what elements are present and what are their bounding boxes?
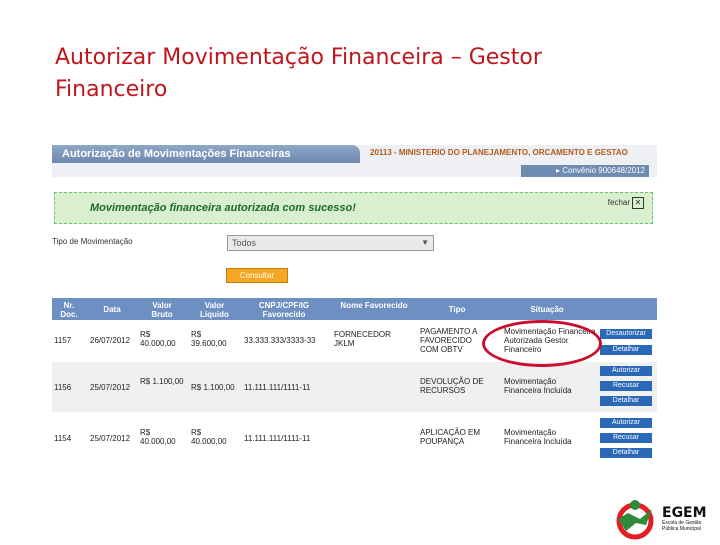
- success-message-text: Movimentação financeira autorizada com s…: [90, 202, 356, 214]
- close-label: fechar: [607, 198, 630, 207]
- egem-logo-icon: [616, 500, 654, 540]
- favorecido-name: FORNECEDOR JKLM: [334, 330, 391, 348]
- column-header: Tipo: [448, 305, 466, 314]
- column-header: Valor Líquido: [200, 301, 229, 319]
- consultar-button[interactable]: Consultar: [226, 268, 288, 283]
- tipo-movimentacao-select[interactable]: Todos ▼: [227, 235, 434, 251]
- table-row: 1156 25/07/2012 R$ 1.100,00 R$ 1.100,00 …: [52, 362, 657, 412]
- tipo-cell: PAGAMENTO A FAVORECIDO COM OBTV: [420, 327, 478, 354]
- cnpj-cell: 11.111.111/1111-11: [244, 434, 311, 443]
- column-header: Situação: [530, 305, 564, 314]
- detalhar-button[interactable]: Detalhar: [600, 448, 652, 458]
- net-value: R$ 1.100,00: [191, 383, 235, 392]
- date-cell: 25/07/2012: [90, 434, 131, 443]
- close-message-button[interactable]: fechar ✕: [608, 197, 644, 209]
- logo-subtitle: Escola de Gestão Pública Municipal: [662, 520, 702, 532]
- gross-value: R$ 1.100,00: [140, 377, 184, 386]
- close-icon[interactable]: ✕: [632, 197, 644, 209]
- chevron-down-icon: ▼: [421, 238, 429, 247]
- date-cell: 25/07/2012: [90, 383, 131, 392]
- logo-name: EGEM: [662, 505, 707, 521]
- gross-value: R$ 40.000,00: [140, 330, 176, 348]
- autorizar-button[interactable]: Autorizar: [600, 418, 652, 428]
- autorizar-button[interactable]: Autorizar: [600, 366, 652, 376]
- desautorizar-button[interactable]: Desautorizar: [600, 329, 652, 339]
- cnpj-cell: 11.111.111/1111-11: [244, 383, 311, 392]
- detalhar-button[interactable]: Detalhar: [600, 396, 652, 406]
- date-cell: 26/07/2012: [90, 336, 131, 345]
- detalhar-button[interactable]: Detalhar: [600, 345, 652, 355]
- highlight-circle: [482, 320, 602, 367]
- doc-number: 1154: [54, 434, 72, 443]
- situacao-cell: Movimentação Financeira Incluída: [504, 428, 572, 446]
- recusar-button[interactable]: Recusar: [600, 433, 652, 443]
- table-row: 1154 25/07/2012 R$ 40.000,00 R$ 40.000,0…: [52, 412, 657, 466]
- net-value: R$ 40.000,00: [191, 428, 227, 446]
- slide-title: Autorizar Movimentação Financeira – Gest…: [55, 45, 542, 102]
- tipo-movimentacao-label: Tipo de Movimentação: [52, 237, 133, 246]
- organization-label: 20113 - MINISTERIO DO PLANEJAMENTO, ORCA…: [370, 148, 628, 157]
- net-value: R$ 39.600,00: [191, 330, 227, 348]
- convenio-link[interactable]: ▸ Convênio 900648/2012: [521, 165, 649, 177]
- column-header: Data: [103, 305, 121, 314]
- app-screenshot: Autorização de Movimentações Financeiras…: [52, 145, 657, 467]
- doc-number: 1156: [54, 383, 72, 392]
- cnpj-cell: 33.333.333/3333-33: [244, 336, 316, 345]
- tipo-cell: DEVOLUÇÃO DE RECURSOS: [420, 377, 484, 395]
- table-header: Nr. Doc. Data Valor Bruto Valor Líquido …: [52, 298, 657, 320]
- tipo-cell: APLICAÇÃO EM POUPANÇA: [420, 428, 481, 446]
- recusar-button[interactable]: Recusar: [600, 381, 652, 391]
- doc-number: 1157: [54, 336, 72, 345]
- app-header: Autorização de Movimentações Financeiras…: [52, 145, 657, 177]
- column-header: Valor Bruto: [151, 301, 173, 319]
- select-value: Todos: [232, 238, 257, 248]
- gross-value: R$ 40.000,00: [140, 428, 176, 446]
- column-header: Nome Favorecido: [340, 301, 408, 310]
- success-message: Movimentação financeira autorizada com s…: [54, 192, 653, 224]
- egem-logo: EGEM Escola de Gestão Pública Municipal: [610, 497, 720, 540]
- column-header: CNPJ/CPF/IG Favorecido: [258, 301, 310, 319]
- situacao-cell: Movimentação Financeira Incluída: [504, 377, 572, 395]
- column-header: Nr. Doc.: [60, 301, 78, 319]
- page-title: Autorização de Movimentações Financeiras: [52, 145, 360, 163]
